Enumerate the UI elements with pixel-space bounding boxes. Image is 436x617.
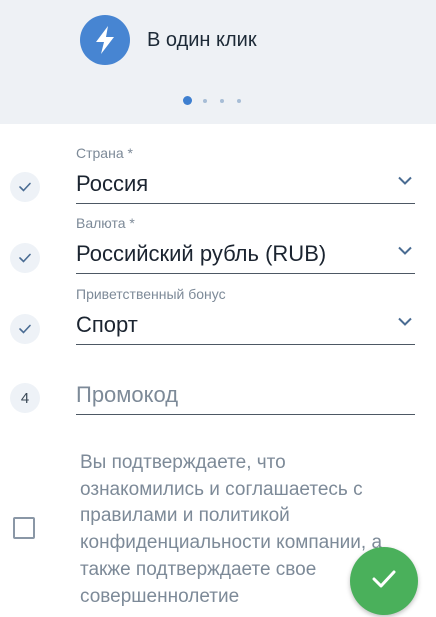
currency-value: Российский рубль (RUB) <box>76 241 327 266</box>
chevron-down-icon <box>398 172 412 190</box>
country-value: Россия <box>76 171 149 196</box>
bonus-row: Приветственный бонус Спорт <box>0 282 436 348</box>
pager-dot[interactable] <box>203 98 207 103</box>
pager-dots <box>183 96 254 105</box>
promo-row: 4 Промокод <box>0 370 436 420</box>
registration-type-label: В один клик <box>147 28 257 51</box>
promo-code-placeholder: Промокод <box>76 382 179 407</box>
country-label: Страна * <box>76 145 133 161</box>
chevron-down-icon <box>398 242 412 260</box>
header-panel: В один клик <box>0 0 436 124</box>
currency-label: Валюта * <box>76 215 135 231</box>
step-done-check-icon <box>10 172 40 202</box>
registration-type-one-click[interactable]: В один клик <box>80 15 257 65</box>
pager-dot[interactable] <box>237 98 241 103</box>
pager-dot[interactable] <box>220 98 224 103</box>
bonus-select[interactable]: Спорт <box>76 306 415 345</box>
lightning-bolt-icon <box>80 15 130 65</box>
currency-select[interactable]: Российский рубль (RUB) <box>76 236 415 274</box>
promo-code-input[interactable]: Промокод <box>76 370 415 415</box>
bonus-value: Спорт <box>76 312 138 337</box>
step-done-check-icon <box>10 314 40 344</box>
currency-row: Валюта * Российский рубль (RUB) <box>0 210 436 282</box>
pager-dot-active[interactable] <box>183 96 192 105</box>
step-done-check-icon <box>10 243 40 273</box>
submit-button[interactable] <box>350 547 418 615</box>
country-select[interactable]: Россия <box>76 166 415 204</box>
chevron-down-icon <box>398 313 412 331</box>
bonus-label: Приветственный бонус <box>76 286 226 302</box>
step-number-badge: 4 <box>10 383 40 413</box>
country-row: Страна * Россия <box>0 140 436 210</box>
checkmark-icon <box>371 569 397 594</box>
agreement-checkbox[interactable] <box>13 517 35 539</box>
